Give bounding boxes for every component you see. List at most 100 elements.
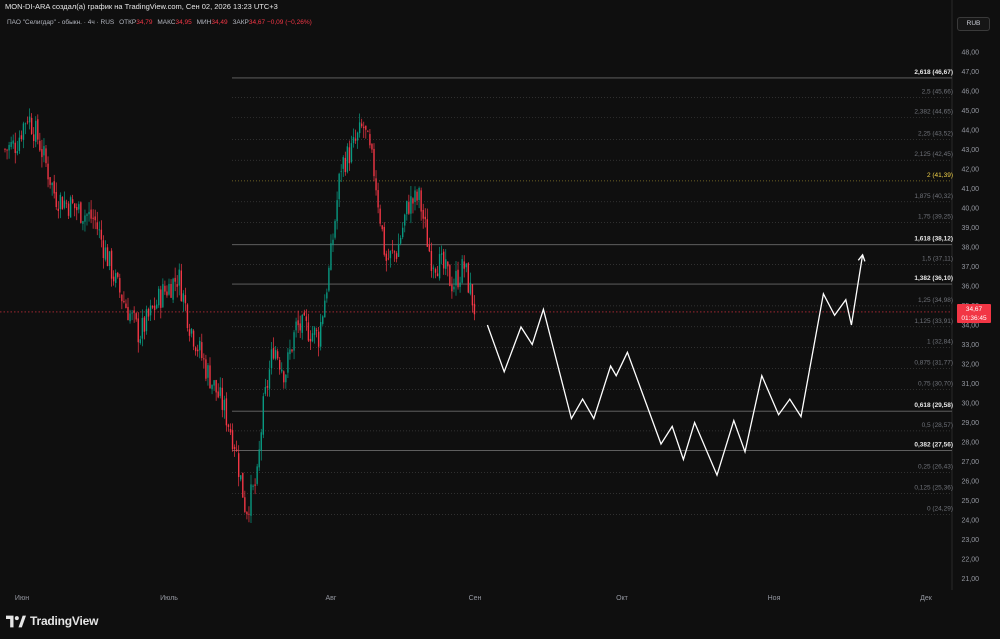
price-axis-tick-label: 43,00 xyxy=(961,147,979,154)
candle-body xyxy=(471,284,474,306)
candle-body xyxy=(463,261,465,269)
candle-body xyxy=(440,253,443,255)
candle-body xyxy=(22,123,25,140)
candle-body xyxy=(217,391,219,398)
candle-body xyxy=(207,365,209,378)
candle-body xyxy=(127,306,129,321)
price-axis-tick-label: 26,00 xyxy=(961,479,979,486)
fib-extension-levels[interactable]: 0 (24,29) 0,125 (25,36) 0,25 (26,43) 0,382 … xyxy=(232,69,953,515)
candle-body xyxy=(303,312,305,316)
candle-body xyxy=(145,309,148,332)
candle-body xyxy=(338,173,340,200)
candle-body xyxy=(61,197,64,210)
candle-body xyxy=(162,284,164,308)
price-axis-tick-label: 32,00 xyxy=(961,362,979,369)
candle-body xyxy=(92,217,94,219)
candle-body xyxy=(192,330,195,347)
candle-body xyxy=(41,149,43,158)
candle-body xyxy=(213,380,215,386)
candles xyxy=(4,108,476,523)
price-chart[interactable]: 0 (24,29) 0,125 (25,36) 0,25 (26,43) 0,382 … xyxy=(0,0,1000,639)
candle-body xyxy=(244,497,246,512)
candle-body xyxy=(20,135,23,140)
candle-body xyxy=(334,220,336,238)
candle-body xyxy=(168,283,170,295)
candle-body xyxy=(281,369,283,372)
price-axis-tick-label: 42,00 xyxy=(961,167,979,174)
candle-body xyxy=(96,222,98,230)
candle-body xyxy=(276,351,279,359)
candle-body xyxy=(248,513,250,515)
candle-body xyxy=(293,332,295,351)
candle-body xyxy=(352,137,355,144)
candle-body xyxy=(412,198,414,204)
candle-body xyxy=(55,192,57,208)
candle-body xyxy=(112,276,115,282)
candle-body xyxy=(182,293,185,302)
candle-body xyxy=(80,202,82,223)
tradingview-logo[interactable]: TradingView xyxy=(6,614,98,628)
candle-body xyxy=(467,263,469,293)
price-axis-tick-label: 36,00 xyxy=(961,284,979,291)
candle-body xyxy=(129,313,131,322)
price-axis-tick-label: 31,00 xyxy=(961,381,979,388)
time-axis[interactable]: Июн Июль Авг Сен Окт Ноя Дек xyxy=(15,595,933,602)
candle-body xyxy=(63,200,66,208)
price-axis-tick-label: 45,00 xyxy=(961,108,979,115)
candle-body xyxy=(287,352,289,373)
candle-body xyxy=(344,157,346,173)
candle-body xyxy=(194,347,197,352)
candle-body xyxy=(43,146,45,156)
candle-body xyxy=(356,132,359,141)
candle-body xyxy=(309,338,312,342)
candle-body xyxy=(260,432,262,451)
price-axis-tick-label: 33,00 xyxy=(961,342,979,349)
candle-body xyxy=(332,239,334,246)
candle-body xyxy=(258,449,260,468)
candle-body xyxy=(8,144,10,151)
candle-body xyxy=(408,202,410,214)
candle-body xyxy=(453,286,455,290)
candle-body xyxy=(98,229,100,231)
fib-level-label: 1,125 (33,91) xyxy=(914,318,953,325)
candle-body xyxy=(363,126,365,128)
projection-drawing[interactable] xyxy=(486,253,866,477)
candle-body xyxy=(350,143,353,163)
candle-body xyxy=(117,272,119,277)
candle-body xyxy=(221,387,223,410)
candle-body xyxy=(71,199,74,203)
candle-body xyxy=(322,316,324,324)
candle-body xyxy=(186,304,189,329)
price-axis-tick-label: 37,00 xyxy=(961,264,979,271)
candle-body xyxy=(406,200,408,215)
fib-level-label: 0 (24,29) xyxy=(927,505,953,512)
candle-body xyxy=(383,226,385,255)
candle-body xyxy=(326,292,328,299)
candle-body xyxy=(330,243,332,270)
candle-body xyxy=(240,475,242,480)
candle-body xyxy=(160,289,162,308)
candle-body xyxy=(131,312,133,314)
candle-body xyxy=(404,214,406,226)
candle-body xyxy=(430,250,433,271)
candle-body xyxy=(4,149,6,151)
candle-body xyxy=(57,208,59,211)
candle-body xyxy=(166,291,168,296)
candle-body xyxy=(211,384,213,390)
candle-body xyxy=(377,190,379,208)
price-axis-tick-label: 48,00 xyxy=(961,50,979,57)
candle-body xyxy=(397,243,400,257)
price-axis-tick-label: 46,00 xyxy=(961,89,979,96)
candle-body xyxy=(45,148,47,164)
candle-body xyxy=(272,347,275,359)
candle-body xyxy=(311,333,314,342)
candle-body xyxy=(428,244,431,252)
candle-body xyxy=(315,329,318,331)
candle-body xyxy=(254,484,256,486)
time-axis-tick-label: Июль xyxy=(160,595,178,602)
candle-body xyxy=(139,339,141,343)
fib-level-label: 2,5 (45,66) xyxy=(922,89,953,96)
candle-body xyxy=(227,424,230,427)
candle-body xyxy=(250,484,252,516)
candle-body xyxy=(451,284,453,292)
